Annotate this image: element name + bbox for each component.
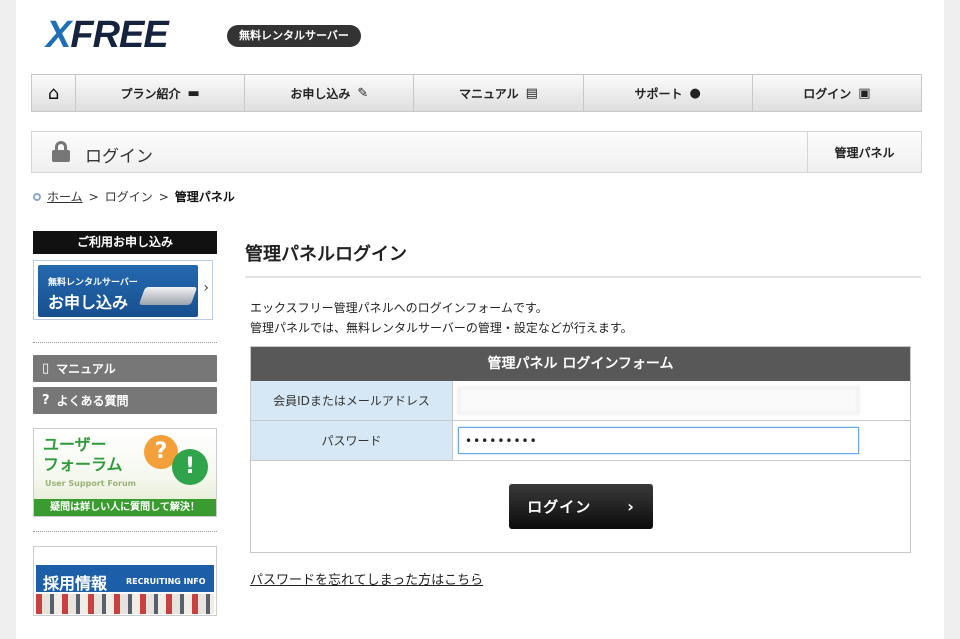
manual-label: マニュアル	[56, 362, 116, 376]
apply-banner[interactable]: 無料レンタルサーバー お申し込み ›	[33, 260, 213, 320]
id-row: 会員IDまたはメールアドレス	[251, 381, 910, 421]
exclamation-bubble-icon: !	[172, 449, 208, 485]
forum-title-line2: フォーラム	[43, 455, 123, 474]
nav-login[interactable]: ログイン ▣	[753, 75, 921, 111]
breadcrumb-current: 管理パネル	[174, 190, 235, 204]
forgot-password-link[interactable]: パスワードを忘れてしまった方はこちら	[250, 569, 483, 588]
id-label: 会員IDまたはメールアドレス	[251, 381, 453, 420]
nav-support-label: サポート	[634, 86, 683, 101]
page-title-bar: ログイン 管理パネル	[31, 131, 922, 173]
forum-title-line1: ユーザー	[43, 435, 107, 454]
apply-banner-big-text: お申し込み	[48, 293, 129, 312]
office-photo	[36, 594, 214, 614]
breadcrumb-login[interactable]: ログイン	[105, 188, 153, 205]
chevron-right-icon: ›	[203, 280, 209, 296]
id-input[interactable]	[458, 387, 859, 414]
password-row: パスワード	[251, 421, 910, 461]
person-icon: ●	[689, 85, 701, 101]
global-nav: ⌂ プラン紹介 ▬ お申し込み ✎ マニュアル ▤ サポート ● ログイン ▣	[31, 74, 922, 112]
xfree-logo[interactable]: XFREE	[46, 14, 169, 57]
lock-icon	[52, 141, 70, 163]
breadcrumb-separator: >	[158, 189, 169, 204]
forum-subtitle: User Support Forum	[45, 479, 136, 488]
heading-rule	[245, 276, 921, 278]
question-icon: ?	[42, 393, 50, 408]
sidebar-divider	[33, 342, 217, 343]
login-button[interactable]: ログイン ›	[509, 483, 653, 529]
breadcrumb-separator: >	[88, 189, 99, 204]
page-title: ログイン	[85, 147, 153, 167]
intro-line-1: エックスフリー管理パネルへのログインフォームです。	[250, 301, 548, 315]
pencil-icon: ✎	[357, 85, 369, 101]
intro-line-2: 管理パネルでは、無料レンタルサーバーの管理・設定などが行えます。	[250, 321, 633, 335]
book-icon: ▯	[42, 361, 50, 376]
page: XFREE 無料レンタルサーバー ⌂ プラン紹介 ▬ お申し込み ✎ マニュアル ▤ …	[16, 0, 944, 639]
faq-button[interactable]: ? よくある質問	[33, 387, 217, 414]
apply-heading: ご利用お申し込み	[33, 231, 217, 254]
forum-title: ユーザー フォーラム	[43, 435, 123, 475]
login-form-title: 管理パネル ログインフォーム	[251, 347, 910, 381]
nav-manual[interactable]: マニュアル ▤	[414, 75, 584, 111]
server-icon: ▬	[187, 85, 200, 101]
login-form: 管理パネル ログインフォーム 会員IDまたはメールアドレス パスワード ログイン…	[250, 346, 911, 553]
faq-label: よくある質問	[56, 394, 129, 408]
apply-banner-small-text: 無料レンタルサーバー	[48, 278, 138, 288]
home-icon: ⌂	[47, 82, 60, 104]
sidebar: ご利用お申し込み 無料レンタルサーバー お申し込み › ▯ マニュアル ? よくある…	[33, 231, 217, 616]
sidebar-divider	[33, 531, 217, 532]
nav-plan-label: プラン紹介	[120, 86, 181, 101]
nav-home[interactable]: ⌂	[32, 75, 76, 111]
nav-apply-label: お申し込み	[290, 86, 351, 101]
nav-plan[interactable]: プラン紹介 ▬	[76, 75, 246, 111]
nav-manual-label: マニュアル	[459, 86, 519, 101]
login-button-label: ログイン	[527, 497, 592, 516]
main-heading: 管理パネルログイン	[245, 244, 407, 265]
apply-banner-bg: 無料レンタルサーバー お申し込み	[38, 265, 198, 317]
server-illustration-icon	[138, 287, 198, 305]
intro-text: エックスフリー管理パネルへのログインフォームです。 管理パネルでは、無料レンタル…	[250, 298, 633, 338]
recruiting-banner[interactable]: 採用情報 RECRUITING INFO	[33, 546, 217, 616]
manual-button[interactable]: ▯ マニュアル	[33, 355, 217, 382]
password-label: パスワード	[251, 421, 453, 460]
logo-rest: FREE	[70, 14, 168, 56]
tagline-badge: 無料レンタルサーバー	[227, 25, 361, 47]
nav-support[interactable]: サポート ●	[584, 75, 753, 111]
user-forum-banner[interactable]: ユーザー フォーラム User Support Forum ? ! 疑問は詳しい人…	[33, 428, 217, 517]
breadcrumb-home-link[interactable]: ホーム	[47, 188, 83, 205]
nav-login-label: ログイン	[803, 86, 852, 101]
forum-tagline: 疑問は詳しい人に質問して解決！	[34, 499, 216, 516]
breadcrumb: ホーム > ログイン > 管理パネル	[33, 188, 235, 205]
nav-apply[interactable]: お申し込み ✎	[245, 75, 415, 111]
book-icon: ▤	[525, 85, 538, 101]
chevron-right-icon: ›	[627, 496, 635, 516]
recruit-title: 採用情報	[43, 574, 108, 593]
admin-panel-tab[interactable]: 管理パネル	[807, 132, 921, 172]
lock-icon: ▣	[858, 85, 871, 101]
password-input[interactable]	[458, 427, 859, 454]
logo-x: X	[46, 14, 71, 56]
breadcrumb-bullet-icon	[33, 192, 41, 201]
recruit-subtitle: RECRUITING INFO	[126, 577, 206, 586]
